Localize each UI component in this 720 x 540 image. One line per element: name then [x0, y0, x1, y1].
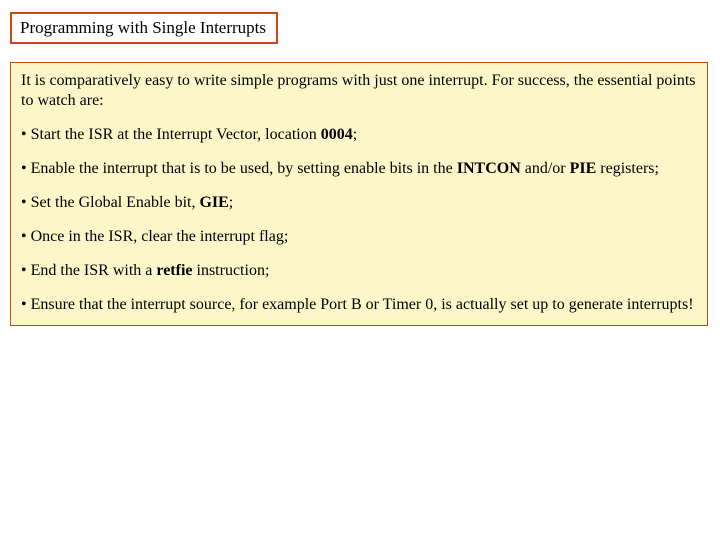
bullet-5: • End the ISR with a retfie instruction; [21, 261, 697, 281]
bullet-3-post: ; [229, 194, 233, 211]
intro-text: It is comparatively easy to write simple… [21, 71, 697, 111]
bullet-5-pre: • End the ISR with a [21, 262, 156, 279]
bullet-1-bold: 0004 [321, 126, 353, 143]
bullet-2-bold2: PIE [570, 160, 597, 177]
bullet-3-pre: • Set the Global Enable bit, [21, 194, 199, 211]
content-box: It is comparatively easy to write simple… [10, 62, 708, 326]
bullet-1: • Start the ISR at the Interrupt Vector,… [21, 125, 697, 145]
bullet-1-pre: • Start the ISR at the Interrupt Vector,… [21, 126, 321, 143]
bullet-6-pre: • Ensure that the interrupt source, for … [21, 296, 694, 313]
bullet-2-pre: • Enable the interrupt that is to be use… [21, 160, 457, 177]
bullet-2-post: registers; [596, 160, 659, 177]
bullet-2: • Enable the interrupt that is to be use… [21, 159, 697, 179]
bullet-1-post: ; [353, 126, 357, 143]
page-title: Programming with Single Interrupts [20, 18, 266, 37]
title-box: Programming with Single Interrupts [10, 12, 278, 44]
bullet-5-post: instruction; [193, 262, 270, 279]
bullet-2-bold: INTCON [457, 160, 521, 177]
bullet-4-pre: • Once in the ISR, clear the interrupt f… [21, 228, 288, 245]
bullet-2-mid: and/or [521, 160, 570, 177]
bullet-5-bold: retfie [156, 262, 192, 279]
bullet-3-bold: GIE [199, 194, 228, 211]
bullet-3: • Set the Global Enable bit, GIE; [21, 193, 697, 213]
bullet-4: • Once in the ISR, clear the interrupt f… [21, 227, 697, 247]
bullet-6: • Ensure that the interrupt source, for … [21, 295, 697, 315]
